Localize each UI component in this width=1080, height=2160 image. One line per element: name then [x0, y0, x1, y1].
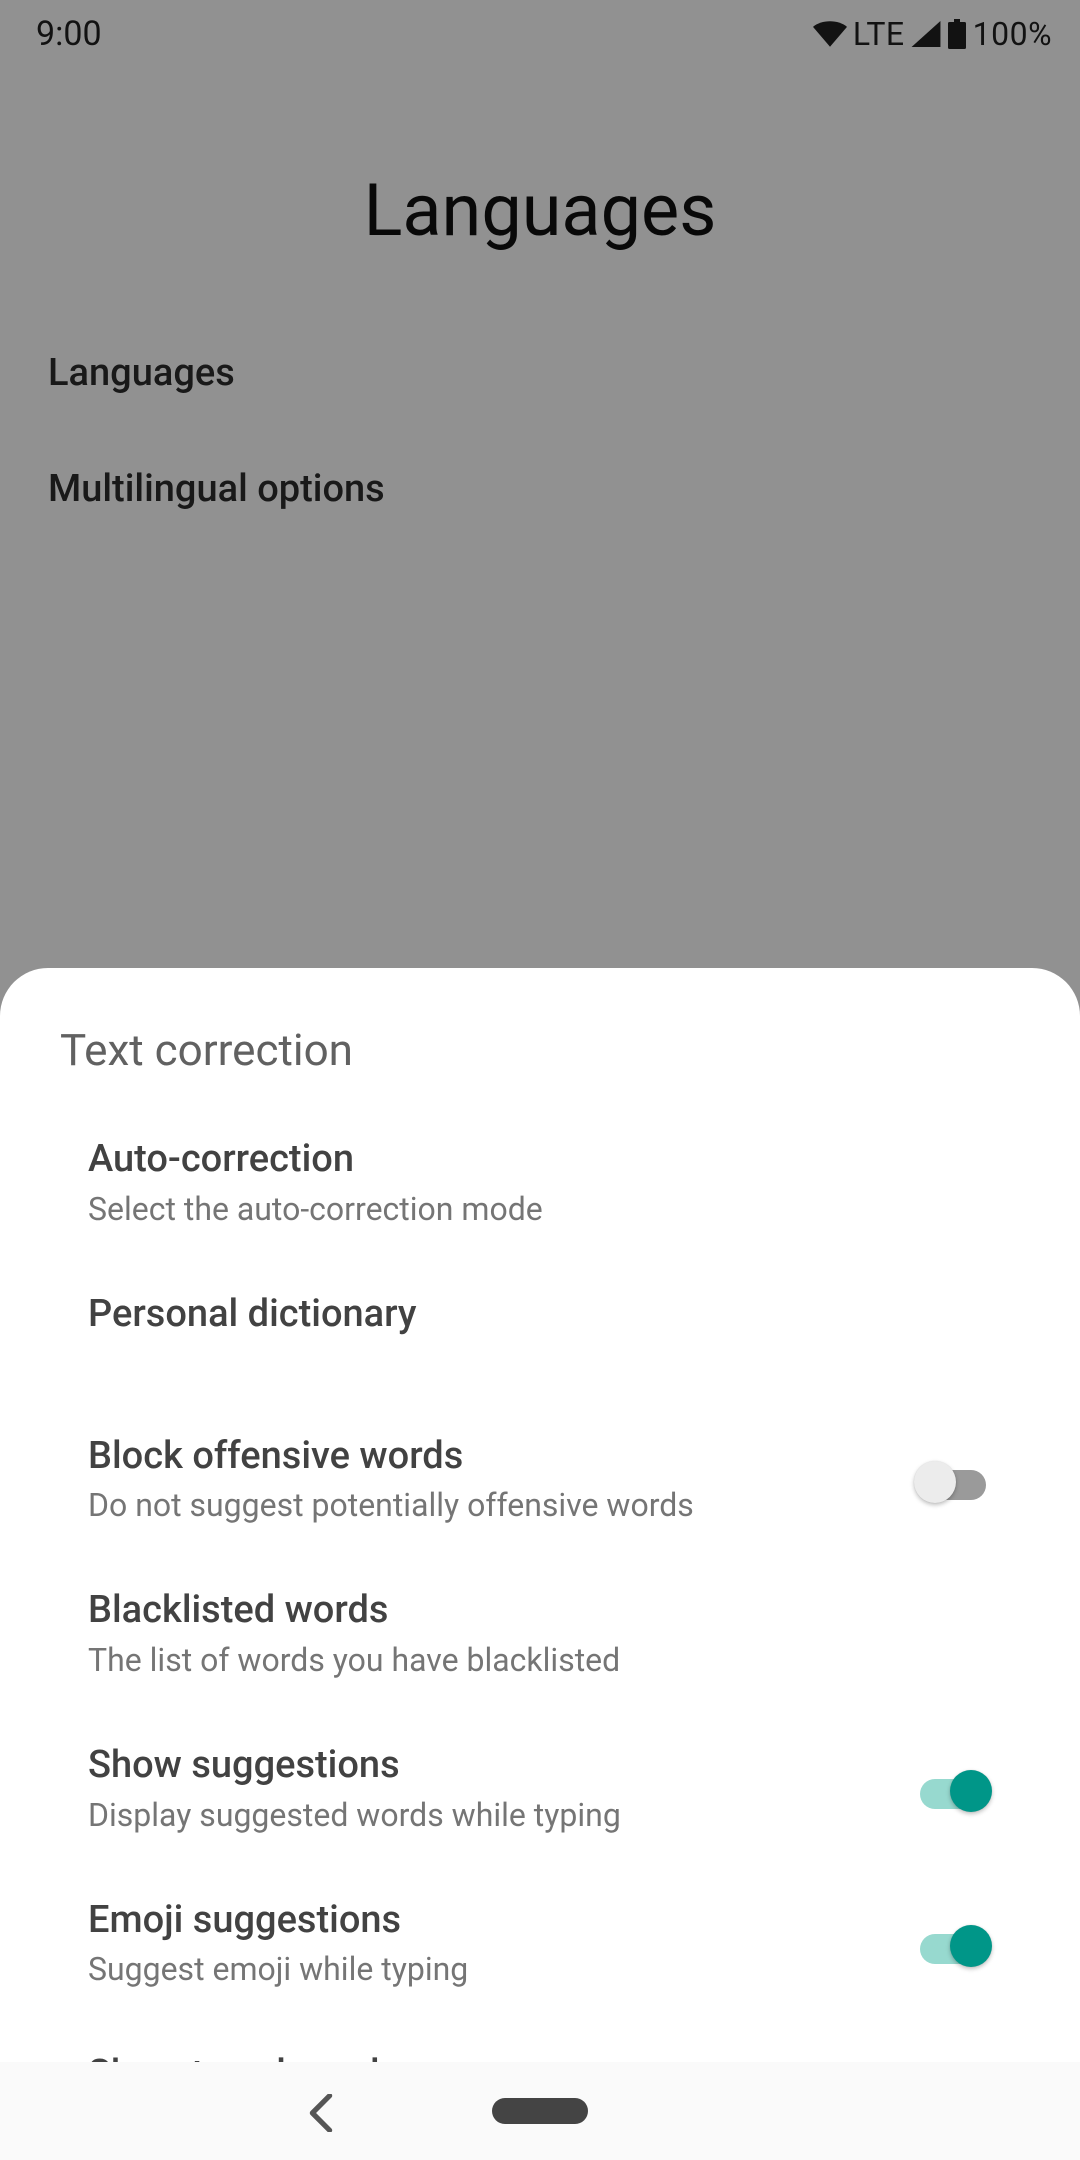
item-title: Blacklisted words [88, 1587, 960, 1635]
item-title: Auto-correction [88, 1136, 960, 1184]
item-subtitle: Select the auto-correction mode [88, 1188, 960, 1231]
item-show-typed-word[interactable]: Show typed word Always show the word you… [0, 2021, 1080, 2062]
switch-block-offensive-words[interactable] [914, 1458, 992, 1502]
switch-show-suggestions[interactable] [914, 1767, 992, 1811]
item-subtitle: Display suggested words while typing [88, 1794, 882, 1837]
item-auto-correction[interactable]: Auto-correction Select the auto-correcti… [0, 1106, 1080, 1261]
item-blacklisted-words[interactable]: Blacklisted words The list of words you … [0, 1557, 1080, 1712]
item-title: Emoji suggestions [88, 1897, 882, 1945]
home-gesture-pill[interactable] [492, 2098, 588, 2124]
switch-emoji-suggestions[interactable] [914, 1922, 992, 1966]
text-correction-bottom-sheet: Text correction Auto-correction Select t… [0, 968, 1080, 2062]
item-subtitle: Do not suggest potentially offensive wor… [88, 1484, 882, 1527]
item-title: Personal dictionary [88, 1291, 960, 1339]
item-show-suggestions[interactable]: Show suggestions Display suggested words… [0, 1712, 1080, 1867]
settings-list: Auto-correction Select the auto-correcti… [0, 1106, 1080, 2062]
item-subtitle: The list of words you have blacklisted [88, 1639, 960, 1682]
item-title: Block offensive words [88, 1433, 882, 1481]
system-navigation-bar [0, 2062, 1080, 2160]
back-icon[interactable] [308, 2094, 334, 2132]
item-block-offensive-words[interactable]: Block offensive words Do not suggest pot… [0, 1403, 1080, 1558]
item-title: Show suggestions [88, 1742, 882, 1790]
item-title: Show typed word [88, 2051, 882, 2062]
sheet-title: Text correction [0, 1000, 1080, 1106]
item-emoji-suggestions[interactable]: Emoji suggestions Suggest emoji while ty… [0, 1867, 1080, 2022]
item-subtitle: Suggest emoji while typing [88, 1948, 882, 1991]
item-personal-dictionary[interactable]: Personal dictionary [0, 1261, 1080, 1369]
